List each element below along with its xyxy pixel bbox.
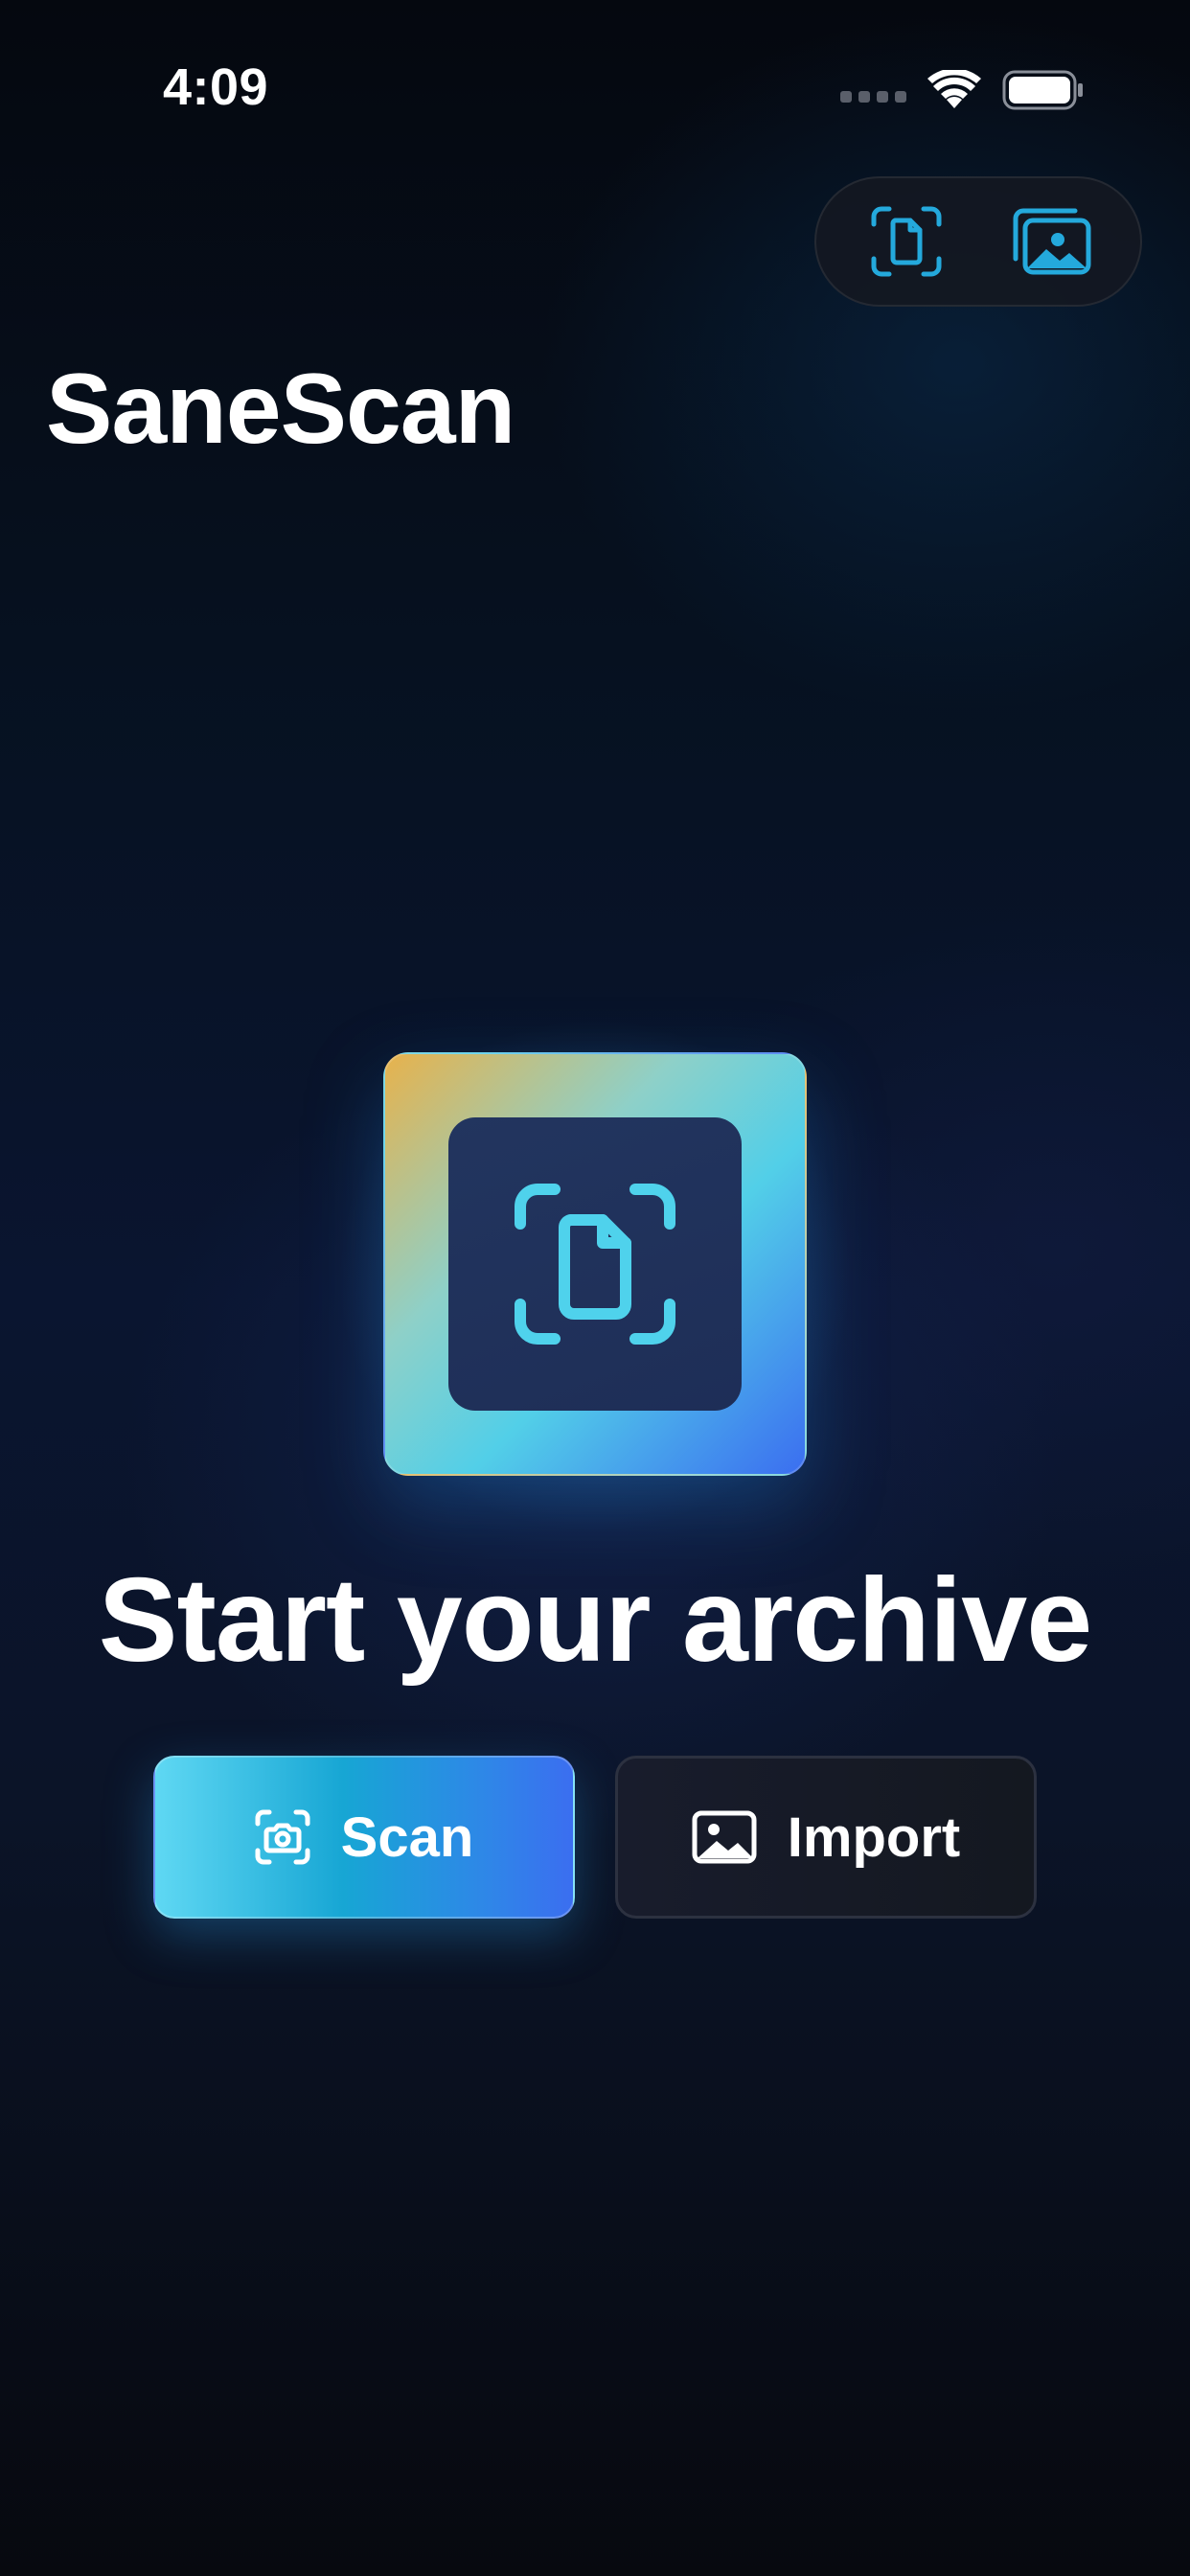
doc-viewfinder-icon [871, 206, 941, 277]
battery-icon [1002, 69, 1085, 111]
wifi-icon [927, 70, 981, 110]
scan-button-label: Scan [340, 1806, 474, 1869]
app-title: SaneScan [46, 354, 515, 465]
status-icons [840, 65, 1085, 115]
import-button-label: Import [787, 1806, 961, 1869]
empty-state-headline: Start your archive [98, 1554, 1092, 1687]
cellular-signal-icon [840, 91, 906, 103]
scan-button[interactable]: Scan [153, 1756, 575, 1919]
hero-illustration [383, 1052, 807, 1476]
hero-icon-tile [448, 1117, 742, 1411]
photo-stack-icon [1013, 208, 1090, 275]
top-toolbar [814, 176, 1142, 307]
camera-viewfinder-icon [255, 1809, 310, 1865]
photo-gallery-button[interactable] [1003, 194, 1099, 289]
status-time: 4:09 [163, 58, 269, 116]
photo-icon [692, 1810, 757, 1864]
import-button[interactable]: Import [615, 1756, 1037, 1919]
doc-viewfinder-icon [515, 1184, 675, 1345]
scan-document-button[interactable] [858, 194, 954, 289]
